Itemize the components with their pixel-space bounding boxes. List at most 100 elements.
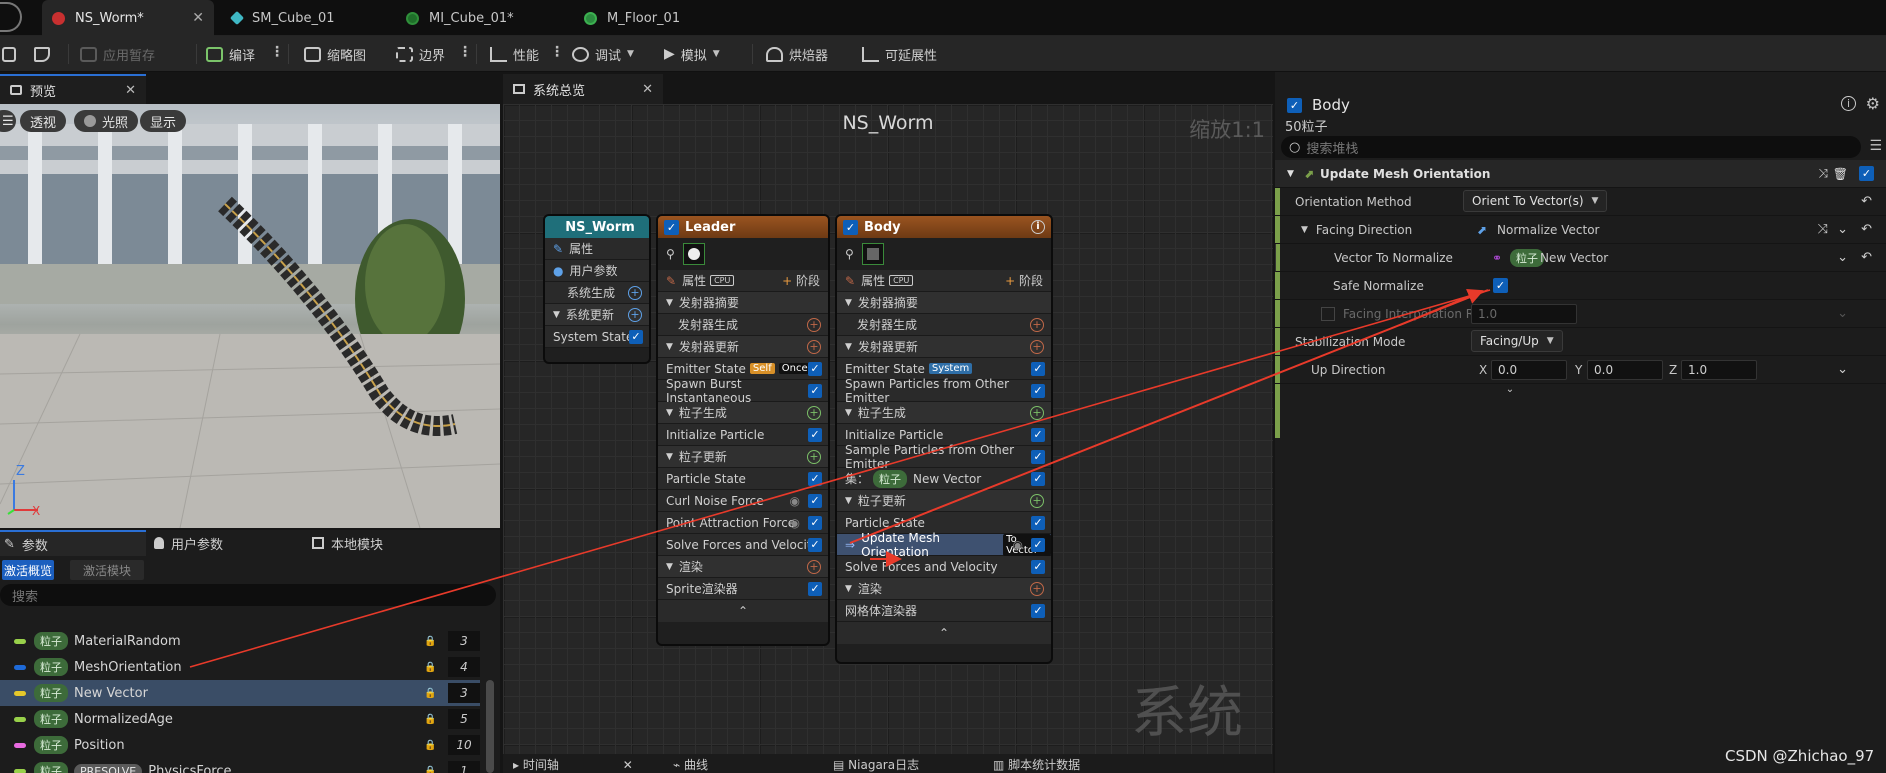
active-module-button[interactable]: 激活模块 xyxy=(70,560,144,580)
unreal-logo-icon[interactable] xyxy=(0,2,22,32)
module-row[interactable]: ⇒ Update Mesh Orientation To Vector ◉ ✓ xyxy=(837,531,1051,559)
system-spawn-row[interactable]: 系统生成 + xyxy=(545,282,649,304)
add-module-icon[interactable]: + xyxy=(1030,318,1044,332)
parameter-row[interactable]: 粒子 MeshOrientation 🔒 4 xyxy=(0,654,480,680)
stack-section-row[interactable]: ▼ 粒子生成 + xyxy=(837,402,1051,424)
eye-icon[interactable]: ◉ xyxy=(1013,538,1023,552)
close-icon[interactable]: ✕ xyxy=(623,758,633,772)
emitter-enabled-checkbox[interactable]: ✓ xyxy=(664,219,679,235)
add-module-icon[interactable]: + xyxy=(807,340,821,354)
module-enabled-checkbox[interactable]: ✓ xyxy=(808,538,822,552)
leader-props-row[interactable]: ✎ 属性 CPU + 阶段 xyxy=(658,270,828,292)
module-row[interactable]: Spawn Particles from Other Emitter ✓ xyxy=(837,377,1051,405)
chevron-down-icon[interactable]: ⌄ xyxy=(1837,362,1848,377)
chevron-down-icon[interactable]: ⌄ xyxy=(1837,250,1848,265)
eye-icon[interactable]: ◉ xyxy=(790,494,800,508)
shuffle-icon[interactable]: ⤨ xyxy=(1818,166,1828,181)
performance-options-icon[interactable]: ⋮ xyxy=(550,44,564,60)
add-module-icon[interactable]: + xyxy=(1030,494,1044,508)
add-module-icon[interactable]: + xyxy=(807,318,821,332)
module-header-row[interactable]: ▼ ⬈ Update Mesh Orientation ⤨ 🗑 ✓ xyxy=(1275,160,1886,188)
add-module-icon[interactable]: + xyxy=(807,450,821,464)
system-state-row[interactable]: System State ✓ xyxy=(545,326,649,348)
info-icon[interactable]: i xyxy=(1841,96,1856,111)
parameter-row[interactable]: 粒子 PRESOLVE PhysicsForce 🔒 1 xyxy=(0,758,480,773)
up-x-field[interactable]: 0.0 xyxy=(1491,360,1567,380)
module-enabled-checkbox[interactable]: ✓ xyxy=(808,516,822,530)
stack-section-row[interactable]: ▼ 发射器摘要 xyxy=(658,292,828,314)
tab-curves[interactable]: ⌁ 曲线 xyxy=(673,756,708,773)
add-module-icon[interactable]: + xyxy=(807,560,821,574)
system-user-params-row[interactable]: ● 用户参数 xyxy=(545,260,649,282)
collapse-node-button[interactable]: ⌃ xyxy=(658,600,828,622)
system-props-row[interactable]: ✎ 属性 xyxy=(545,238,649,260)
reset-icon[interactable]: ↶ xyxy=(1861,250,1872,265)
module-row[interactable]: Solve Forces and Velocity ✓ xyxy=(837,556,1051,578)
module-row[interactable]: Particle State ✓ xyxy=(658,468,828,490)
stack-section-row[interactable]: ▼ 粒子更新 + xyxy=(658,446,828,468)
close-icon[interactable]: ✕ xyxy=(192,10,204,26)
doc-tab-ns-worm[interactable]: NS_Worm* ✕ xyxy=(42,0,214,36)
add-module-icon[interactable]: + xyxy=(807,406,821,420)
module-enabled-checkbox[interactable]: ✓ xyxy=(808,494,822,508)
module-enabled-checkbox[interactable]: ✓ xyxy=(808,384,822,398)
stack-section-row[interactable]: ▼ 渲染 + xyxy=(837,578,1051,600)
emitter-node-body[interactable]: ✓ Body i ⚲ ✎ 属性 CPU + 阶段 ▼ 发射器摘要 发射器生成 + ▼ 发射器更新 + E… xyxy=(837,216,1051,662)
module-enabled-checkbox[interactable]: ✓ xyxy=(808,428,822,442)
module-row[interactable]: Initialize Particle ✓ xyxy=(658,424,828,446)
tab-script-stats[interactable]: ▥ 脚本统计数据 xyxy=(993,756,1080,773)
add-module-icon[interactable]: + xyxy=(1030,406,1044,420)
stack-section-row[interactable]: ▼ 发射器摘要 xyxy=(837,292,1051,314)
chevron-down-icon[interactable]: ⌄ xyxy=(1837,222,1848,237)
lighting-button[interactable]: 光照 xyxy=(74,110,139,132)
add-stage-button[interactable]: + 阶段 xyxy=(1005,272,1043,289)
module-row[interactable]: Sample Particles from Other Emitter ✓ xyxy=(837,443,1051,471)
doc-tab-m-floor[interactable]: M_Floor_01 xyxy=(574,0,744,36)
emitter-node-leader[interactable]: ✓ Leader ⚲ ✎ 属性 CPU + 阶段 ▼ 发射器摘要 发射器生成 + ▼ 发射器更新 +… xyxy=(658,216,828,644)
collapse-node-button[interactable]: ⌃ xyxy=(837,622,1051,644)
debug-button[interactable]: 调试 ▼ xyxy=(572,42,634,66)
safe-normalize-checkbox[interactable]: ✓ xyxy=(1493,278,1508,293)
orientation-method-dropdown[interactable]: Orient To Vector(s) ▼ xyxy=(1463,190,1608,212)
stack-section-row[interactable]: ▼ 粒子生成 + xyxy=(658,402,828,424)
doc-tab-sm-cube[interactable]: SM_Cube_01 xyxy=(222,0,392,36)
reset-icon[interactable]: ↶ xyxy=(1861,194,1872,209)
module-enabled-checkbox[interactable]: ✓ xyxy=(1031,428,1045,442)
reset-icon[interactable]: ↶ xyxy=(1861,222,1872,237)
system-overview-graph[interactable]: NS_Worm 缩放1:1 系统 NS_Worm ✎ 属性 ● 用户参数 系统生成 +… xyxy=(503,104,1273,754)
close-icon[interactable]: ✕ xyxy=(125,83,136,98)
scalability-button[interactable]: 可延展性 xyxy=(862,42,937,66)
tab-niagara-log[interactable]: ▤ Niagara日志 xyxy=(833,756,919,773)
sprite-thumbnail[interactable] xyxy=(682,243,705,265)
bounds-button[interactable]: 边界 xyxy=(396,42,445,66)
filter-icon[interactable]: ☰ xyxy=(1869,138,1882,154)
module-enabled-checkbox[interactable]: ✓ xyxy=(1031,560,1045,574)
stack-section-row[interactable]: ▼ 粒子更新 + xyxy=(837,490,1051,512)
parameter-row[interactable]: 粒子 MaterialRandom 🔒 3 xyxy=(0,628,480,654)
up-z-field[interactable]: 1.0 xyxy=(1681,360,1757,380)
body-props-row[interactable]: ✎ 属性 CPU + 阶段 xyxy=(837,270,1051,292)
show-button[interactable]: 显示 xyxy=(140,110,187,132)
system-update-row[interactable]: ▼ 系统更新 + xyxy=(545,304,649,326)
up-y-field[interactable]: 0.0 xyxy=(1587,360,1663,380)
doc-tab-mi-cube[interactable]: MI_Cube_01* xyxy=(396,0,566,36)
module-row[interactable]: Solve Forces and Velocity ✓ xyxy=(658,534,828,556)
mesh-thumbnail[interactable] xyxy=(861,243,884,265)
module-enabled-checkbox[interactable]: ✓ xyxy=(808,362,822,376)
search-input[interactable]: 搜索 xyxy=(0,584,496,606)
baker-button[interactable]: 烘焙器 xyxy=(766,42,828,66)
module-row[interactable]: 网格体渲染器 ✓ xyxy=(837,600,1051,622)
thumbnail-button[interactable]: 缩略图 xyxy=(304,42,366,66)
module-row[interactable]: 发射器生成 + xyxy=(837,314,1051,336)
browse-button[interactable] xyxy=(34,42,50,66)
eye-icon[interactable]: ◉ xyxy=(790,516,800,530)
tab-user-parameters[interactable]: 用户参数 xyxy=(154,530,223,556)
module-row[interactable]: Spawn Burst Instantaneous ✓ xyxy=(658,377,828,405)
performance-button[interactable]: 性能 xyxy=(490,42,539,66)
tab-timeline[interactable]: ▸ 时间轴 ✕ xyxy=(513,756,633,773)
tab-parameters[interactable]: ✎ 参数 xyxy=(0,530,146,556)
gear-icon[interactable]: ⚙ xyxy=(1866,94,1880,113)
system-node[interactable]: NS_Worm ✎ 属性 ● 用户参数 系统生成 + ▼ 系统更新 + System St… xyxy=(545,216,649,362)
tab-system-overview[interactable]: 系统总览 ✕ xyxy=(503,74,663,104)
shuffle-icon[interactable]: ⤨ xyxy=(1818,222,1828,237)
